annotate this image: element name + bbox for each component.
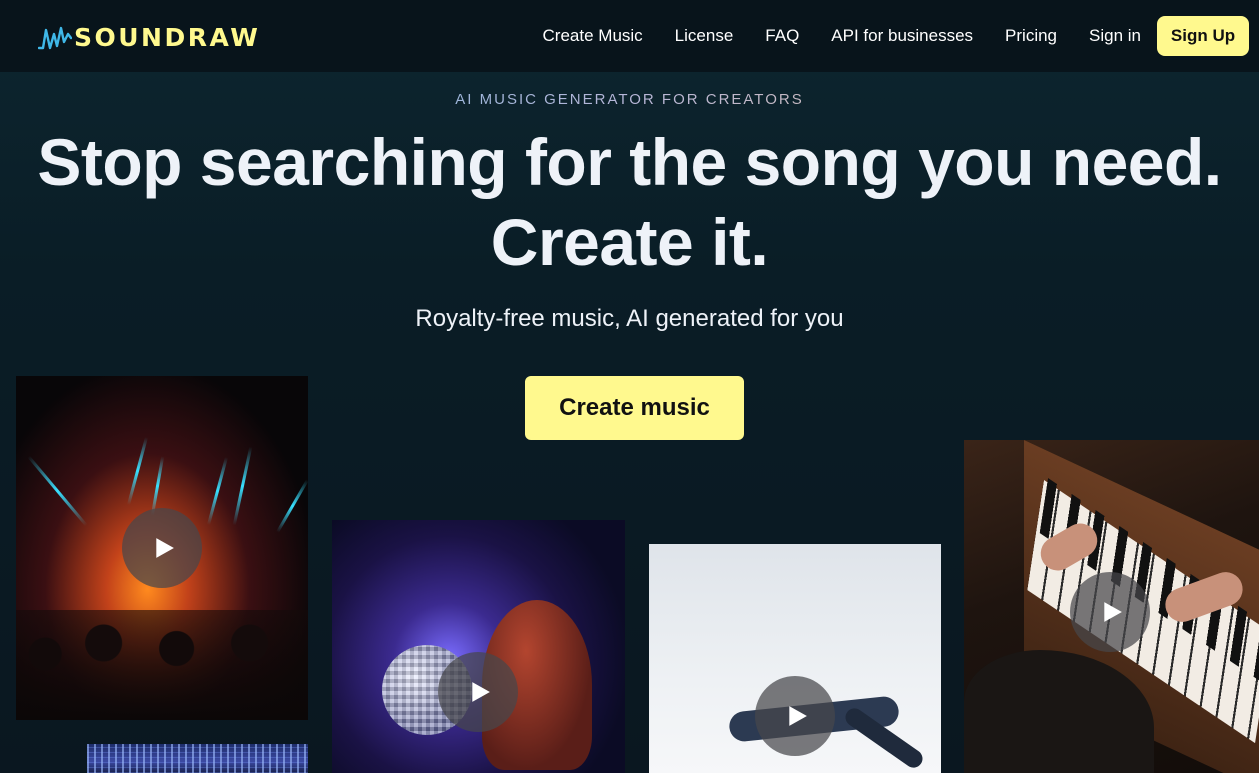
nav-sign-in-link[interactable]: Sign in bbox=[1089, 26, 1141, 46]
hero-eyebrow: AI MUSIC GENERATOR FOR CREATORS bbox=[0, 91, 1259, 108]
nav-api-link[interactable]: API for businesses bbox=[831, 26, 973, 46]
play-button[interactable] bbox=[438, 652, 518, 732]
light-beam bbox=[150, 456, 165, 516]
light-beam bbox=[27, 455, 88, 527]
page: SOUNDRAW Create Music License FAQ API fo… bbox=[0, 0, 1259, 773]
brand-name: SOUNDRAW bbox=[74, 22, 261, 52]
hero-subhead: Royalty-free music, AI generated for you bbox=[415, 305, 844, 332]
play-button[interactable] bbox=[755, 676, 835, 756]
nav-license-link[interactable]: License bbox=[675, 26, 734, 46]
disco-card[interactable] bbox=[332, 520, 625, 773]
nav-faq-link[interactable]: FAQ bbox=[765, 26, 799, 46]
play-icon bbox=[1104, 602, 1122, 622]
headline-line-1: Stop searching for the song you need. bbox=[37, 125, 1222, 199]
city-lights bbox=[87, 744, 308, 773]
soundwave-logo-icon bbox=[38, 26, 72, 50]
create-music-button[interactable]: Create music bbox=[525, 376, 744, 440]
piano-card[interactable] bbox=[964, 440, 1259, 773]
city-card[interactable] bbox=[87, 744, 308, 773]
nav-create-music-link[interactable]: Create Music bbox=[543, 26, 643, 46]
concert-card[interactable] bbox=[16, 376, 308, 720]
nav-pricing-link[interactable]: Pricing bbox=[1005, 26, 1057, 46]
brand-logo[interactable]: SOUNDRAW bbox=[38, 22, 260, 52]
light-beam bbox=[232, 446, 253, 526]
play-button[interactable] bbox=[122, 508, 202, 588]
crowd-silhouette bbox=[16, 610, 308, 720]
top-nav: SOUNDRAW Create Music License FAQ API fo… bbox=[0, 0, 1259, 72]
sign-up-button[interactable]: Sign Up bbox=[1157, 16, 1249, 56]
hero-headline: Stop searching for the song you need. Cr… bbox=[0, 122, 1259, 282]
play-button[interactable] bbox=[1070, 572, 1150, 652]
nav-links: Create Music License FAQ API for busines… bbox=[511, 0, 1141, 72]
play-icon bbox=[472, 682, 490, 702]
headline-line-2: Create it. bbox=[490, 205, 769, 279]
light-beam bbox=[276, 479, 308, 533]
light-beam bbox=[126, 436, 149, 506]
light-beam bbox=[206, 456, 229, 526]
play-icon bbox=[156, 538, 174, 558]
play-icon bbox=[789, 706, 807, 726]
dancer-card[interactable] bbox=[649, 544, 941, 773]
